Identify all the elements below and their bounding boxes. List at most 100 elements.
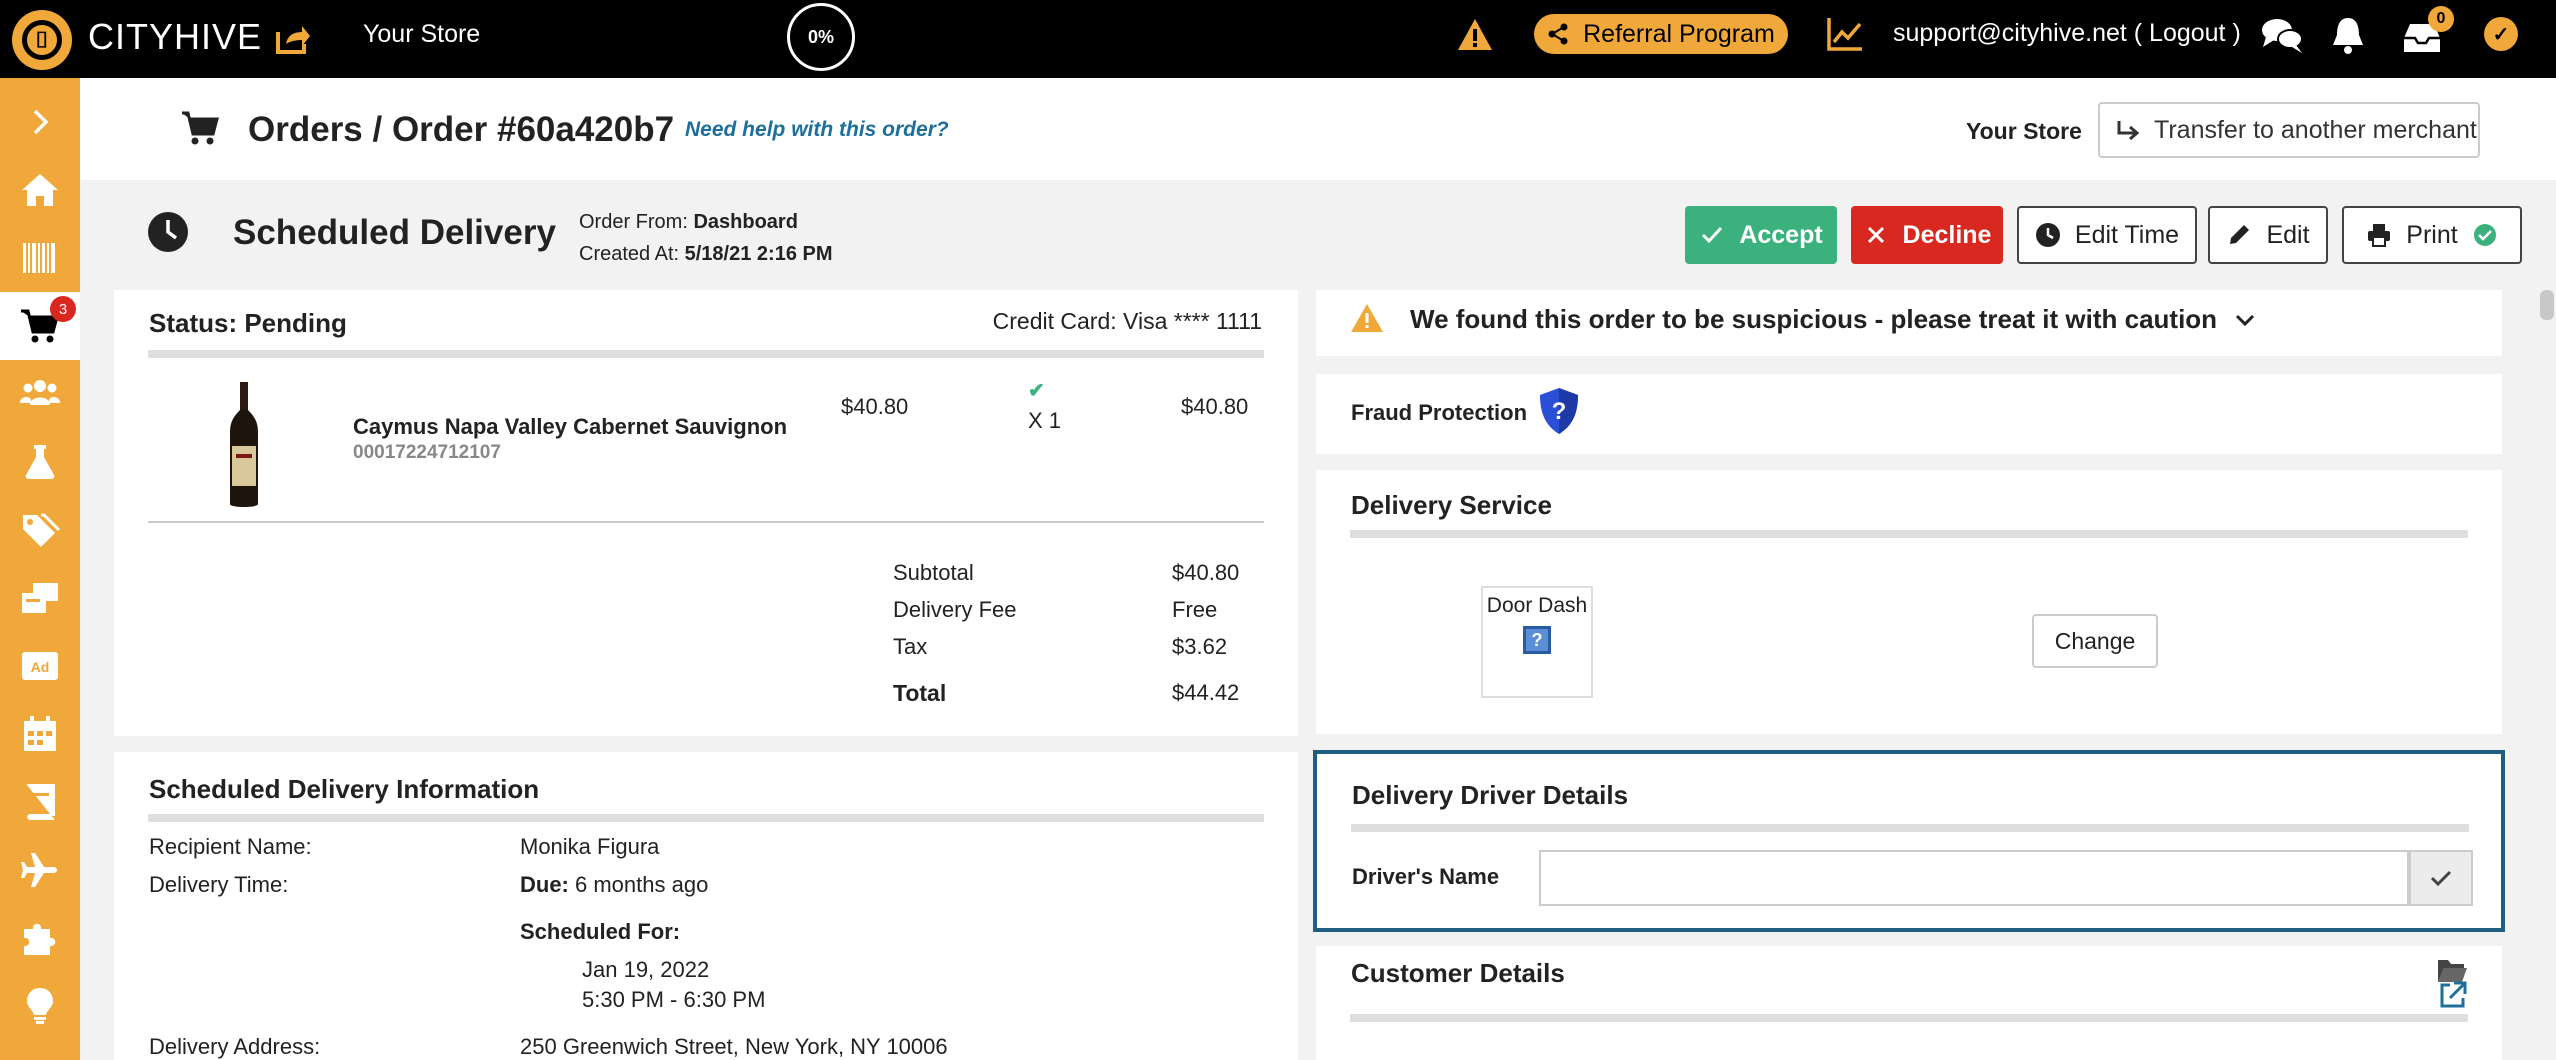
print-label: Print: [2406, 220, 2458, 249]
delivery-fee-label: Delivery Fee: [893, 597, 1017, 622]
order-title-row: Scheduled Delivery Order From: Dashboard…: [80, 180, 2556, 290]
external-link-icon[interactable]: [2438, 980, 2468, 1010]
save-driver-button[interactable]: [2409, 850, 2473, 906]
users-icon: [20, 380, 60, 405]
check-icon: [2430, 870, 2452, 887]
delivery-time-label: Delivery Time:: [149, 872, 289, 897]
created-at-label: Created At:: [579, 243, 685, 265]
decline-button[interactable]: Decline: [1851, 206, 2003, 264]
section-title: Scheduled Delivery Information: [149, 774, 540, 804]
delivery-fee-value: Free: [1172, 597, 1218, 622]
fraud-protection-label: Fraud Protection: [1351, 400, 1528, 425]
check-icon: [1702, 226, 1723, 244]
accept-button[interactable]: Accept: [1685, 206, 1837, 264]
chat-icon[interactable]: [2260, 15, 2304, 55]
warning-icon[interactable]: [1456, 16, 1494, 54]
header-store-name: Your Store: [1966, 118, 2082, 144]
products-icon: [22, 583, 58, 613]
due-value: 6 months ago: [568, 872, 709, 897]
credit-card-info: Credit Card: Visa **** 1111: [992, 308, 1262, 334]
sidebar-item-calendar[interactable]: [0, 700, 80, 768]
progress-indicator: 0%: [787, 3, 855, 71]
help-link[interactable]: Need help with this order?: [685, 118, 949, 142]
recipient-value: Monika Figura: [520, 834, 660, 859]
delivery-driver-panel: Delivery Driver Details Driver's Name: [1313, 750, 2505, 932]
book-icon: [26, 784, 55, 820]
svg-text:Ad: Ad: [31, 659, 50, 675]
customer-details-title: Customer Details: [1351, 958, 1565, 988]
transfer-merchant-button[interactable]: Transfer to another merchant: [2098, 102, 2480, 158]
sidebar-item-ideas[interactable]: [0, 972, 80, 1040]
change-provider-button[interactable]: Change: [2032, 614, 2158, 668]
divider: [1350, 530, 2468, 538]
sidebar: 3 Ad: [0, 78, 80, 1060]
scrollbar-thumb[interactable]: [2540, 290, 2554, 320]
order-from-value: Dashboard: [693, 211, 798, 233]
customer-details-panel: Customer Details: [1316, 946, 2502, 1060]
sidebar-item-ads[interactable]: Ad: [0, 632, 80, 700]
scheduled-for-label: Scheduled For:: [520, 919, 681, 944]
sidebar-item-tags[interactable]: [0, 496, 80, 564]
sidebar-item-orders[interactable]: 3: [0, 292, 80, 360]
driver-name-label: Driver's Name: [1352, 864, 1500, 889]
scrollbar-track[interactable]: [2534, 290, 2556, 1060]
sidebar-item-home[interactable]: [0, 156, 80, 224]
store-name[interactable]: Your Store: [363, 20, 480, 49]
recipient-label: Recipient Name:: [149, 834, 312, 859]
share-icon[interactable]: [272, 18, 312, 58]
delivery-provider-card[interactable]: Door Dash ?: [1481, 586, 1593, 698]
subtotal-value: $40.80: [1172, 560, 1240, 585]
delivery-service-panel: Delivery Service Door Dash ? Change: [1316, 470, 2502, 734]
clock-icon: [148, 212, 188, 252]
puzzle-icon: [24, 923, 56, 955]
check-circle-icon[interactable]: ✓: [2484, 17, 2518, 51]
order-status: Status: Pending: [149, 308, 347, 338]
support-logout-link[interactable]: support@cityhive.net ( Logout ): [1893, 19, 2241, 48]
double-check-icon: ✔: [1028, 380, 1045, 402]
edit-time-button[interactable]: Edit Time: [2017, 206, 2197, 264]
tax-value: $3.62: [1172, 634, 1228, 659]
shield-question-icon[interactable]: ?: [1536, 386, 1582, 436]
print-button[interactable]: Print: [2342, 206, 2522, 264]
sidebar-item-lab[interactable]: [0, 428, 80, 496]
scheduled-window: 5:30 PM - 6:30 PM: [582, 987, 766, 1012]
sidebar-item-products[interactable]: [0, 564, 80, 632]
sidebar-item-travel[interactable]: [0, 836, 80, 904]
sidebar-expand[interactable]: [0, 88, 80, 156]
share-nodes-icon: [1548, 23, 1568, 45]
bell-icon[interactable]: [2330, 15, 2366, 55]
fraud-protection-panel: Fraud Protection ?: [1316, 374, 2502, 454]
printer-icon: [2368, 224, 2391, 247]
pencil-icon: [2230, 225, 2250, 244]
provider-name: Door Dash: [1486, 594, 1588, 617]
order-from-label: Order From:: [579, 211, 694, 233]
total-label: Total: [893, 680, 947, 706]
warning-text: We found this order to be suspicious - p…: [1410, 304, 2256, 335]
driver-name-input[interactable]: [1539, 850, 2409, 906]
provider-logo-placeholder-icon: ?: [1523, 626, 1551, 654]
sidebar-item-customers[interactable]: [0, 360, 80, 428]
svg-text:?: ?: [1552, 398, 1567, 425]
analytics-icon[interactable]: [1826, 16, 1864, 52]
decline-label: Decline: [1902, 220, 1992, 249]
address-value: 250 Greenwich Street, New York, NY 10006: [520, 1034, 948, 1059]
edit-button[interactable]: Edit: [2208, 206, 2328, 264]
wine-bottle-image: [230, 382, 258, 507]
sidebar-item-barcode[interactable]: [0, 224, 80, 292]
referral-program-button[interactable]: Referral Program: [1534, 14, 1788, 54]
suspicious-order-warning[interactable]: We found this order to be suspicious - p…: [1316, 290, 2502, 356]
cart-icon: [182, 111, 219, 145]
due-label: Due:: [520, 872, 569, 897]
sidebar-item-integrations[interactable]: [0, 904, 80, 972]
divider: [1350, 1014, 2468, 1022]
warning-icon: [1351, 304, 1383, 332]
edit-time-label: Edit Time: [2074, 220, 2180, 249]
tags-icon: [23, 513, 61, 547]
item-name[interactable]: Caymus Napa Valley Cabernet Sauvignon: [353, 414, 787, 440]
transfer-label: Transfer to another merchant: [2154, 115, 2477, 144]
sidebar-item-book[interactable]: [0, 768, 80, 836]
cityhive-logo[interactable]: ⌷: [12, 10, 72, 70]
ad-icon: Ad: [22, 652, 58, 680]
tax-label: Tax: [893, 634, 928, 659]
brand-name: CITYHIVE: [88, 16, 263, 57]
